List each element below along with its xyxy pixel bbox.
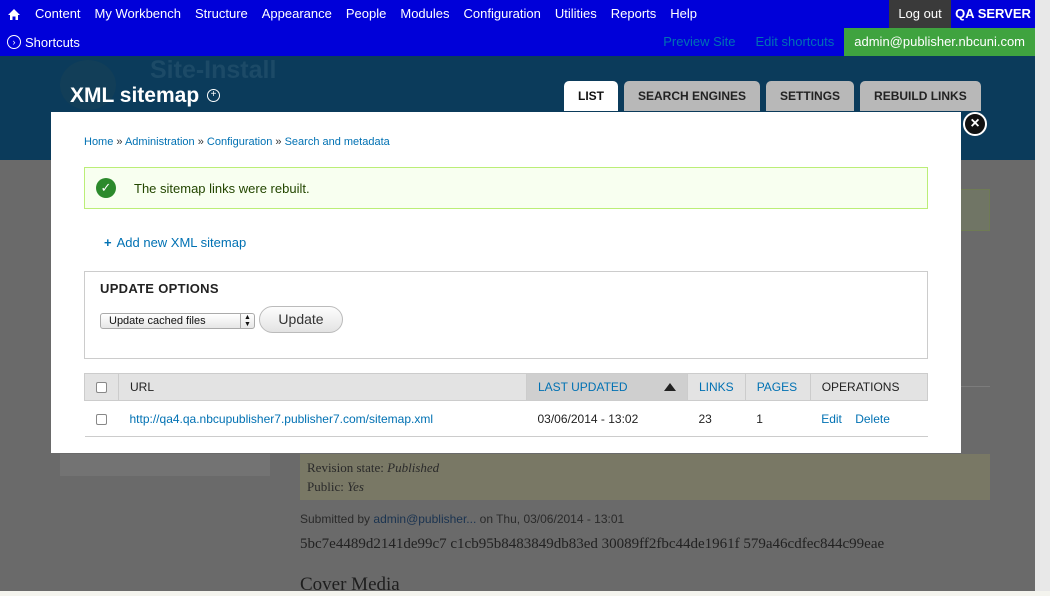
breadcrumb-home[interactable]: Home (84, 136, 113, 148)
add-shortcut-icon[interactable]: + (207, 89, 220, 102)
submitted-date: on Thu, 03/06/2014 - 13:01 (479, 512, 625, 526)
preview-site-link[interactable]: Preview Site (653, 28, 745, 56)
column-last-updated-label: LAST UPDATED (538, 380, 628, 394)
table-row: http://qa4.qa.nbcupublisher7.publisher7.… (84, 400, 928, 437)
window-edge-right (1035, 56, 1050, 591)
column-last-updated[interactable]: LAST UPDATED (526, 373, 688, 401)
menu-my-workbench[interactable]: My Workbench (88, 0, 188, 28)
logout-link[interactable]: Log out (889, 0, 951, 28)
row-links: 23 (687, 400, 746, 437)
breadcrumb-search-metadata[interactable]: Search and metadata (285, 136, 390, 148)
site-name: Site-Install (150, 56, 277, 84)
tab-list[interactable]: LIST (564, 81, 618, 111)
update-options-selected: Update cached files (109, 315, 206, 327)
menu-modules[interactable]: Modules (393, 0, 456, 28)
row-pages: 1 (745, 400, 811, 437)
delete-link[interactable]: Delete (855, 412, 890, 426)
sitemap-table: URL LAST UPDATED LINKS PAGES OPERATIONS … (84, 373, 929, 437)
edit-shortcuts-link[interactable]: Edit shortcuts (746, 28, 845, 56)
shortcuts-bar: › Shortcuts Preview Site Edit shortcuts … (0, 28, 1035, 56)
column-url[interactable]: URL (118, 373, 527, 401)
breadcrumb-administration[interactable]: Administration (125, 136, 195, 148)
column-operations: OPERATIONS (809, 373, 929, 401)
close-icon[interactable]: × (963, 112, 987, 136)
public-value: Yes (347, 479, 364, 494)
tab-rebuild-links[interactable]: REBUILD LINKS (860, 81, 981, 111)
server-label: QA SERVER (951, 0, 1035, 28)
column-pages[interactable]: PAGES (744, 373, 811, 401)
page-title: XML sitemap (70, 84, 200, 107)
update-options-select[interactable]: Update cached files ▲ ▼ (100, 313, 255, 329)
breadcrumb-configuration[interactable]: Configuration (207, 136, 272, 148)
row-operations: Edit Delete (810, 400, 928, 437)
menu-configuration[interactable]: Configuration (457, 0, 548, 28)
menu-content[interactable]: Content (28, 0, 88, 28)
menu-structure[interactable]: Structure (188, 0, 255, 28)
public-label: Public: (307, 479, 344, 494)
menu-appearance[interactable]: Appearance (255, 0, 339, 28)
add-sitemap-label: Add new XML sitemap (116, 235, 247, 250)
home-icon[interactable] (0, 0, 28, 28)
status-text: The sitemap links were rebuilt. (134, 180, 310, 196)
edit-link[interactable]: Edit (821, 412, 842, 426)
menu-reports[interactable]: Reports (604, 0, 664, 28)
revision-value: Published (387, 460, 440, 475)
menu-people[interactable]: People (339, 0, 393, 28)
admin-toolbar: Content My Workbench Structure Appearanc… (0, 0, 1050, 56)
content-hash: 5bc7e4489d2141de99c7 c1cb95b8483849db83e… (300, 536, 885, 552)
submitted-by-label: Submitted by (300, 512, 371, 526)
status-message: ✓ The sitemap links were rebuilt. (84, 167, 928, 209)
background-sidebar (60, 454, 270, 476)
overlay-dialog: Home » Administration » Configuration » … (51, 112, 961, 453)
shortcuts-toggle[interactable]: › Shortcuts (7, 28, 80, 56)
sort-ascending-icon (664, 383, 676, 391)
column-links[interactable]: LINKS (687, 373, 746, 401)
select-all-checkbox[interactable] (96, 382, 107, 394)
row-url-cell: http://qa4.qa.nbcupublisher7.publisher7.… (118, 400, 527, 437)
chevron-right-icon: › (7, 35, 21, 49)
row-checkbox[interactable] (95, 413, 107, 425)
row-last-updated: 03/06/2014 - 13:02 (526, 400, 688, 437)
menu-help[interactable]: Help (663, 0, 704, 28)
submitted-info: Submitted by admin@publisher... on Thu, … (300, 512, 624, 526)
tab-search-engines[interactable]: SEARCH ENGINES (624, 81, 761, 111)
breadcrumb: Home » Administration » Configuration » … (84, 136, 390, 148)
sitemap-url-link[interactable]: http://qa4.qa.nbcupublisher7.publisher7.… (130, 412, 434, 426)
row-select-cell (84, 400, 119, 437)
update-button[interactable]: Update (259, 306, 343, 333)
select-arrows-icon: ▲ ▼ (240, 314, 254, 328)
tab-settings[interactable]: SETTINGS (766, 81, 855, 111)
update-options-legend: UPDATE OPTIONS (100, 281, 219, 296)
checkmark-icon: ✓ (96, 178, 116, 198)
select-all-cell (84, 373, 119, 401)
menu-utilities[interactable]: Utilities (548, 0, 604, 28)
admin-menu: Content My Workbench Structure Appearanc… (0, 0, 704, 28)
add-sitemap-link[interactable]: + Add new XML sitemap (104, 235, 246, 250)
user-account-link[interactable]: admin@publisher.nbcuni.com (844, 28, 1035, 56)
submitted-user-link[interactable]: admin@publisher... (373, 512, 476, 526)
primary-tabs: LIST SEARCH ENGINES SETTINGS REBUILD LIN… (564, 81, 981, 111)
revision-label: Revision state: (307, 460, 384, 475)
table-header-row: URL LAST UPDATED LINKS PAGES OPERATIONS (84, 373, 929, 401)
revision-info: Revision state: Published Public: Yes (300, 454, 990, 500)
cover-media-heading: Cover Media (300, 574, 400, 595)
plus-icon: + (104, 235, 112, 250)
shortcuts-label: Shortcuts (25, 34, 80, 50)
update-options-fieldset: UPDATE OPTIONS Update cached files ▲ ▼ Up… (84, 271, 928, 359)
window-edge (1035, 0, 1050, 56)
